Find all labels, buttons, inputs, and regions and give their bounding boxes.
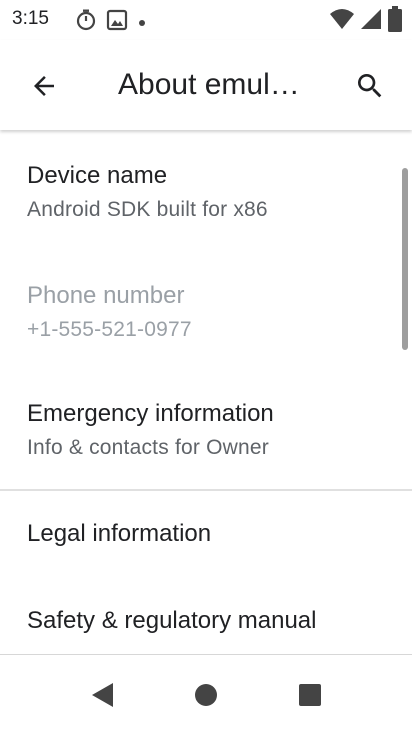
item-title: Legal information	[27, 520, 212, 547]
item-subtitle: Info & contacts for Owner	[27, 436, 269, 459]
item-title: Emergency information	[27, 400, 274, 427]
item-title: Device name	[27, 162, 168, 189]
status-bar: 3:15	[0, 0, 412, 40]
settings-list[interactable]: Device name Android SDK built for x86 Ph…	[0, 130, 412, 654]
timer-icon	[76, 9, 96, 36]
nav-recents-icon	[299, 684, 321, 706]
list-item-device-name[interactable]: Device name Android SDK built for x86	[0, 150, 412, 250]
divider	[0, 489, 412, 491]
item-title: Phone number	[27, 282, 185, 309]
list-item-phone-number: Phone number +1-555-521-0977	[0, 270, 412, 370]
list-item-emergency-information[interactable]: Emergency information Info & contacts fo…	[0, 388, 412, 488]
nav-back-button[interactable]	[80, 673, 124, 717]
nav-home-button[interactable]	[184, 673, 228, 717]
app-bar: About emul…	[0, 40, 412, 130]
nav-back-icon	[92, 683, 113, 707]
back-button[interactable]	[20, 62, 68, 110]
nav-recents-button[interactable]	[288, 673, 332, 717]
arrow-back-icon	[34, 76, 54, 96]
wifi-icon	[330, 8, 354, 35]
page-title: About emul…	[118, 68, 300, 101]
list-item-legal-information[interactable]: Legal information	[0, 492, 412, 577]
nav-home-icon	[195, 684, 217, 706]
gallery-icon	[106, 9, 128, 36]
item-subtitle: +1-555-521-0977	[27, 318, 192, 341]
search-icon	[358, 74, 382, 98]
cellular-icon	[360, 8, 382, 35]
navigation-bar	[0, 654, 412, 733]
status-notification-icons	[76, 9, 146, 36]
item-title: Safety & regulatory manual	[27, 607, 317, 634]
dot-icon	[138, 14, 146, 32]
status-time: 3:15	[12, 8, 49, 29]
search-button[interactable]	[346, 62, 394, 110]
battery-icon	[388, 6, 402, 37]
status-system-icons	[330, 6, 402, 37]
item-subtitle: Android SDK built for x86	[27, 198, 268, 221]
scrollbar[interactable]	[402, 168, 408, 350]
list-item-safety-regulatory-manual[interactable]: Safety & regulatory manual	[0, 580, 412, 654]
